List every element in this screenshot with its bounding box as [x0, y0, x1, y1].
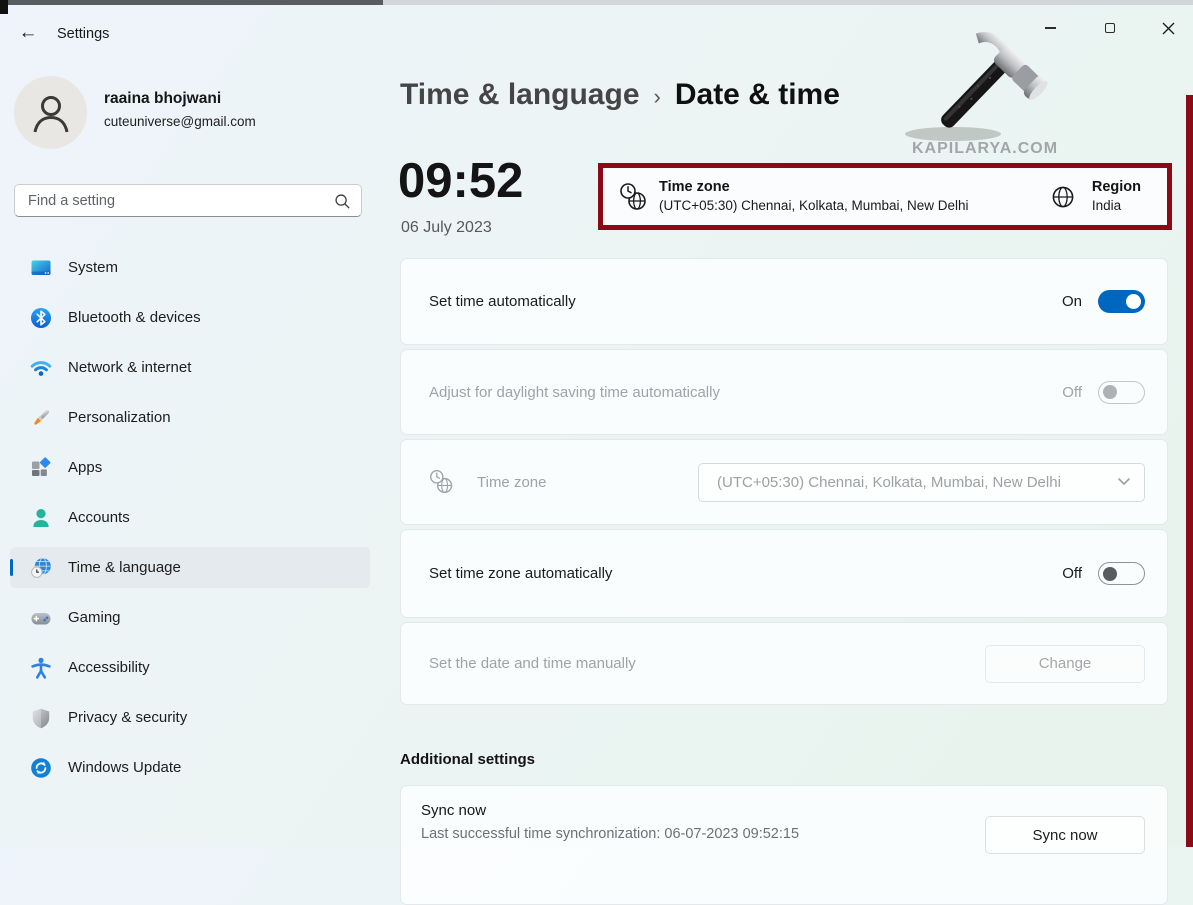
sidebar-item-time-language[interactable]: Time & language — [10, 547, 370, 588]
region-value: India — [1092, 197, 1141, 215]
chevron-down-icon — [1118, 478, 1130, 486]
setting-label: Set the date and time manually — [429, 655, 636, 672]
sidebar-item-apps[interactable]: Apps — [10, 447, 370, 488]
sidebar-item-label: Apps — [68, 459, 102, 476]
background-window-strip-left — [0, 0, 383, 5]
sync-description: Last successful time synchronization: 06… — [421, 826, 799, 842]
update-icon — [30, 757, 52, 779]
minimize-button[interactable] — [1030, 14, 1070, 42]
daylight-saving-toggle — [1098, 381, 1145, 404]
sidebar-item-bluetooth-devices[interactable]: Bluetooth & devices — [10, 297, 370, 338]
sidebar-item-gaming[interactable]: Gaming — [10, 597, 370, 638]
sidebar-item-label: Personalization — [68, 409, 171, 426]
sidebar-item-network-internet[interactable]: Network & internet — [10, 347, 370, 388]
sidebar-item-label: Accessibility — [68, 659, 150, 676]
region-title: Region — [1092, 178, 1141, 197]
sidebar-item-label: Bluetooth & devices — [68, 309, 201, 326]
person-icon — [28, 90, 74, 136]
breadcrumb: Time & language › Date & time — [400, 78, 840, 112]
toggle-knob — [1103, 567, 1117, 581]
sync-now-button[interactable]: Sync now — [985, 816, 1145, 854]
sidebar-item-windows-update[interactable]: Windows Update — [10, 747, 370, 788]
sidebar-item-label: Accounts — [68, 509, 130, 526]
timezone-clock-globe-icon — [429, 469, 455, 495]
user-name: raaina bhojwani — [104, 90, 221, 108]
gamepad-icon — [30, 607, 52, 629]
toggle-state-label: Off — [1062, 565, 1082, 582]
card-daylight-saving: Adjust for daylight saving time automati… — [400, 349, 1168, 435]
page-title: Date & time — [675, 78, 840, 112]
timezone-clock-globe-icon — [619, 182, 649, 212]
sidebar-nav: System Bluetooth & devices Network & int… — [0, 247, 380, 797]
accessibility-icon — [30, 657, 52, 679]
background-window-strip-right — [383, 0, 1193, 5]
sidebar-item-accounts[interactable]: Accounts — [10, 497, 370, 538]
setting-label: Set time automatically — [429, 293, 576, 310]
screenshot-red-edge — [1186, 95, 1193, 847]
sidebar-item-label: Windows Update — [68, 759, 181, 776]
set-time-automatically-toggle[interactable] — [1098, 290, 1145, 313]
card-set-date-time-manually: Set the date and time manually Change — [400, 622, 1168, 705]
search-icon — [333, 192, 351, 210]
change-button: Change — [985, 645, 1145, 683]
sidebar-item-accessibility[interactable]: Accessibility — [10, 647, 370, 688]
timezone-dropdown: (UTC+05:30) Chennai, Kolkata, Mumbai, Ne… — [698, 463, 1145, 502]
screen-corner-artifact — [0, 0, 8, 14]
sidebar-item-label: Time & language — [68, 559, 181, 576]
app-title: Settings — [57, 26, 109, 42]
sidebar-item-system[interactable]: System — [10, 247, 370, 288]
sidebar-item-personalization[interactable]: Personalization — [10, 397, 370, 438]
toggle-state-label: On — [1062, 293, 1082, 310]
toggle-knob — [1126, 294, 1141, 309]
paintbrush-icon — [30, 407, 52, 429]
setting-label: Time zone — [477, 474, 546, 491]
card-sync-now: Sync now Last successful time synchroniz… — [400, 785, 1168, 905]
timezone-overview: Time zone (UTC+05:30) Chennai, Kolkata, … — [619, 178, 969, 215]
back-icon: ← — [19, 22, 38, 44]
card-set-timezone-automatically: Set time zone automatically Off — [400, 529, 1168, 618]
set-timezone-automatically-toggle[interactable] — [1098, 562, 1145, 585]
maximize-icon — [1105, 23, 1115, 33]
close-icon — [1162, 22, 1175, 35]
setting-label: Set time zone automatically — [429, 565, 612, 582]
wifi-icon — [30, 357, 52, 379]
avatar[interactable] — [14, 76, 87, 149]
minimize-icon — [1045, 27, 1056, 28]
region-globe-icon — [1050, 184, 1076, 210]
timezone-region-highlight-box: Time zone (UTC+05:30) Chennai, Kolkata, … — [598, 163, 1172, 230]
current-time: 09:52 — [398, 153, 523, 209]
toggle-knob — [1103, 385, 1117, 399]
additional-settings-heading: Additional settings — [400, 751, 535, 768]
accounts-person-icon — [30, 507, 52, 529]
maximize-button[interactable] — [1090, 14, 1130, 42]
system-icon — [30, 257, 52, 279]
sidebar-item-privacy-security[interactable]: Privacy & security — [10, 697, 370, 738]
sidebar-item-label: Privacy & security — [68, 709, 187, 726]
search-input[interactable] — [28, 193, 333, 209]
apps-icon — [30, 457, 52, 479]
sidebar-item-label: Network & internet — [68, 359, 191, 376]
timezone-value: (UTC+05:30) Chennai, Kolkata, Mumbai, Ne… — [659, 197, 969, 215]
timezone-title: Time zone — [659, 178, 969, 197]
search-box[interactable] — [14, 184, 362, 217]
watermark-text: KAPILARYA.COM — [912, 140, 1058, 158]
sidebar-item-label: Gaming — [68, 609, 121, 626]
sync-title: Sync now — [421, 802, 799, 819]
current-date: 06 July 2023 — [401, 219, 492, 237]
card-set-time-automatically: Set time automatically On — [400, 258, 1168, 345]
back-button[interactable]: ← — [14, 20, 42, 46]
breadcrumb-parent[interactable]: Time & language — [400, 78, 640, 112]
card-time-zone: Time zone (UTC+05:30) Chennai, Kolkata, … — [400, 439, 1168, 525]
sidebar-item-label: System — [68, 259, 118, 276]
breadcrumb-separator-icon: › — [654, 81, 661, 110]
timezone-dropdown-value: (UTC+05:30) Chennai, Kolkata, Mumbai, Ne… — [717, 474, 1061, 491]
time-language-icon — [30, 557, 52, 579]
setting-label: Adjust for daylight saving time automati… — [429, 384, 720, 401]
shield-icon — [30, 707, 52, 729]
user-email: cuteuniverse@gmail.com — [104, 114, 256, 129]
region-overview: Region India — [1050, 178, 1141, 215]
toggle-state-label: Off — [1062, 384, 1082, 401]
bluetooth-icon — [30, 307, 52, 329]
close-button[interactable] — [1148, 14, 1188, 42]
